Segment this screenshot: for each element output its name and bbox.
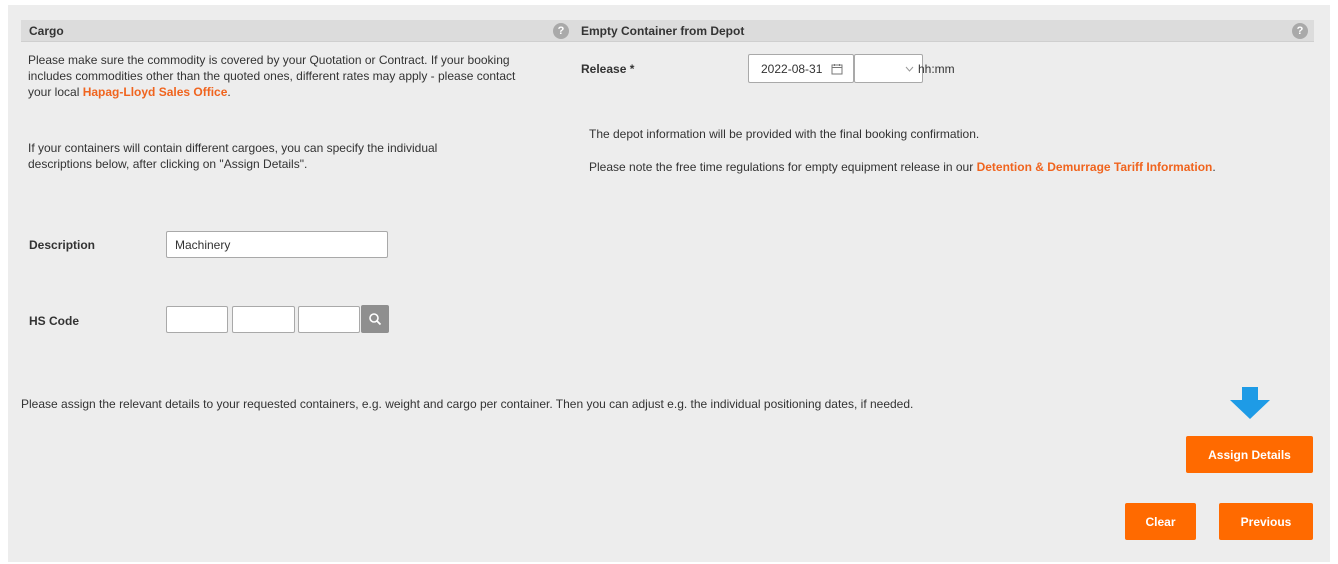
depot-panel-title: Empty Container from Depot xyxy=(581,23,745,38)
search-icon xyxy=(369,313,382,326)
sales-office-link[interactable]: Hapag-Lloyd Sales Office xyxy=(83,85,228,99)
release-time-select[interactable] xyxy=(854,54,923,83)
cargo-assign-text: If your containers will contain differen… xyxy=(28,141,438,171)
release-date-input[interactable]: 2022-08-31 xyxy=(748,54,854,83)
tariff-info-link[interactable]: Detention & Demurrage Tariff Information xyxy=(977,160,1213,174)
depot-info-text: The depot information will be provided w… xyxy=(589,127,980,141)
booking-form-frame: Cargo ? Empty Container from Depot ? Ple… xyxy=(8,5,1330,562)
time-format-hint: hh:mm xyxy=(918,62,955,76)
hs-code-search-button[interactable] xyxy=(361,305,389,333)
description-input[interactable] xyxy=(166,231,388,258)
calendar-icon[interactable] xyxy=(831,63,843,75)
cargo-panel-header: Cargo ? xyxy=(21,20,575,42)
clear-button[interactable]: Clear xyxy=(1125,503,1196,540)
cargo-panel-title: Cargo xyxy=(29,23,64,38)
assign-details-hint: Please assign the relevant details to yo… xyxy=(21,397,914,411)
arrow-down-icon xyxy=(1230,387,1270,419)
cargo-help-icon[interactable]: ? xyxy=(553,22,569,39)
previous-button[interactable]: Previous xyxy=(1219,503,1313,540)
release-label: Release * xyxy=(581,62,635,76)
hs-code-input-2[interactable] xyxy=(232,306,295,333)
free-time-text: Please note the free time regulations fo… xyxy=(589,159,1269,176)
hs-code-input-1[interactable] xyxy=(166,306,228,333)
free-time-body: Please note the free time regulations fo… xyxy=(589,160,977,174)
release-date-value: 2022-08-31 xyxy=(761,61,823,76)
chevron-down-icon xyxy=(905,66,914,72)
hs-code-input-3[interactable] xyxy=(298,306,360,333)
depot-help-icon[interactable]: ? xyxy=(1292,22,1308,39)
cargo-intro-end: . xyxy=(227,85,231,99)
free-time-end: . xyxy=(1212,160,1216,174)
assign-details-button[interactable]: Assign Details xyxy=(1186,436,1313,473)
description-label: Description xyxy=(29,238,96,252)
depot-panel-header: Empty Container from Depot ? xyxy=(573,20,1314,42)
cargo-intro-text: Please make sure the commodity is covere… xyxy=(28,52,523,100)
hs-code-label: HS Code xyxy=(29,314,80,328)
